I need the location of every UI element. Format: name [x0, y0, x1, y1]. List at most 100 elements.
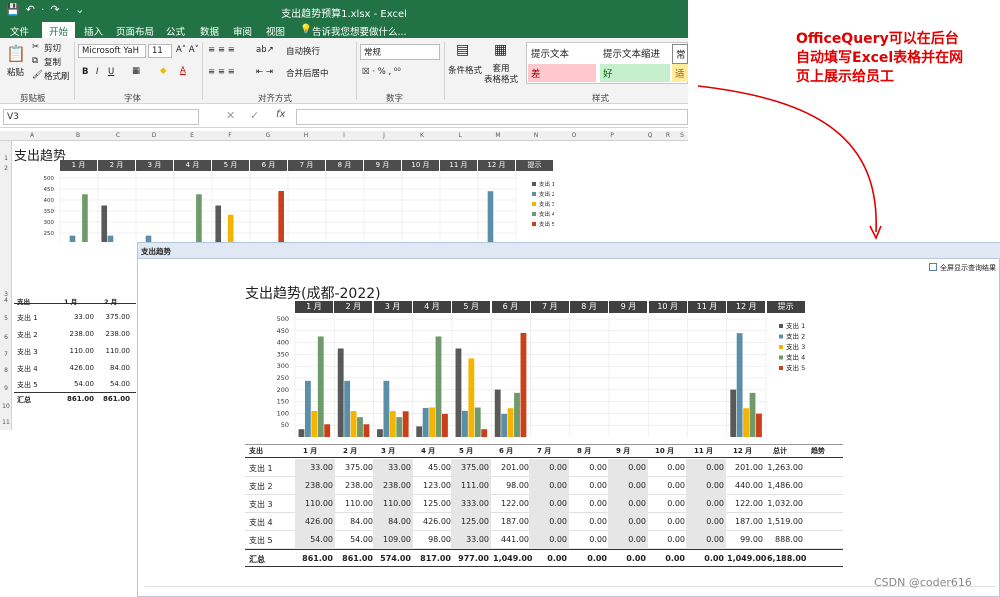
bar — [736, 333, 743, 437]
column-header[interactable]: D — [144, 132, 164, 139]
fullscreen-button[interactable]: 全屏显示查询结果 — [940, 263, 996, 273]
conditional-format-button[interactable]: 条件格式 — [448, 64, 482, 76]
wrap-text-button[interactable]: 自动换行 — [286, 45, 320, 57]
grow-font-icon[interactable]: A˄ A˅ — [176, 45, 199, 55]
dialog-table-value: 441.00 — [501, 535, 529, 544]
style-hint-indent[interactable]: 提示文本缩进 — [600, 44, 663, 62]
tab-home[interactable]: 开始 — [42, 22, 76, 38]
column-header[interactable]: M — [488, 132, 508, 139]
font-size-select[interactable]: 11 — [148, 44, 172, 58]
cancel-icon[interactable]: ✕ — [226, 109, 235, 122]
name-box[interactable]: V3 — [3, 109, 199, 125]
column-header[interactable]: T — [684, 132, 688, 139]
paste-button[interactable]: 粘贴 — [7, 66, 24, 78]
font-color-icon[interactable]: A — [180, 66, 186, 76]
dialog-table-value: 45.00 — [428, 463, 451, 472]
column-header[interactable]: O — [564, 132, 584, 139]
column-header[interactable]: H — [296, 132, 316, 139]
row-header[interactable]: 6 — [0, 334, 12, 341]
format-painter-icon[interactable]: 🖌 — [32, 70, 43, 80]
y-tick-label: 300 — [277, 362, 289, 370]
row-header[interactable]: 11 — [0, 419, 12, 426]
copy-icon[interactable]: ⧉ — [32, 56, 38, 66]
confirm-icon[interactable]: ✓ — [250, 109, 259, 122]
tab-file[interactable]: 文件 — [10, 24, 29, 38]
dialog-table-header: 支出 — [249, 447, 263, 455]
column-header[interactable]: K — [412, 132, 432, 139]
row-header[interactable]: 8 — [0, 367, 12, 374]
y-tick-label: 400 — [277, 339, 289, 347]
legend-label: 支出 1 — [539, 180, 554, 188]
lightbulb-icon: 💡 — [300, 24, 312, 35]
conditional-format-icon[interactable]: ▤ — [456, 42, 469, 58]
tab-review[interactable]: 审阅 — [233, 24, 252, 38]
dialog-table-total: 6,188.00 — [767, 554, 807, 563]
column-header[interactable]: J — [374, 132, 394, 139]
row-header[interactable]: 2 — [0, 165, 12, 172]
column-header[interactable]: A — [22, 132, 42, 139]
indent-icon[interactable]: ⇤ ⇥ — [256, 67, 273, 77]
paste-icon[interactable]: 📋 — [6, 44, 26, 63]
tab-insert[interactable]: 插入 — [84, 24, 103, 38]
dialog-table-total: 1,032.00 — [767, 499, 803, 508]
currency-icon[interactable]: ☒ · % , ⁰⁰ — [362, 67, 401, 77]
tab-formulas[interactable]: 公式 — [166, 24, 185, 38]
format-painter-button[interactable]: 格式刷 — [44, 70, 70, 82]
border-icon[interactable]: ▦ — [132, 66, 140, 76]
style-hint-text[interactable]: 提示文本 — [528, 44, 572, 62]
dialog-table-value: 0.00 — [667, 481, 685, 490]
dialog-title: 支出趋势 — [141, 247, 171, 256]
column-header[interactable]: N — [526, 132, 546, 139]
bar — [344, 380, 351, 437]
style-normal[interactable]: 常 — [672, 44, 688, 64]
tab-view[interactable]: 视图 — [266, 24, 285, 38]
fx-icon[interactable]: fx — [276, 109, 285, 120]
column-header[interactable]: P — [602, 132, 622, 139]
dialog-table-value: 0.00 — [628, 481, 646, 490]
table-row: 支出 2 238.00 238.00 238.00 123.00 111.00 98.00 0… — [245, 477, 843, 495]
row-header[interactable]: 9 — [0, 385, 12, 392]
column-header[interactable]: Q — [640, 132, 660, 139]
style-good[interactable]: 好 — [600, 64, 670, 82]
number-format-select[interactable]: 常规 — [360, 44, 440, 60]
dialog-month-cell: 11 月 — [688, 301, 727, 313]
column-header[interactable]: C — [108, 132, 128, 139]
fill-color-icon[interactable]: ◆ — [160, 66, 167, 76]
sheet-table-header: 2 月 — [104, 298, 118, 306]
table-row: 支出 1 33.00 375.00 33.00 45.00 375.00 201.00 0.0… — [245, 459, 843, 477]
font-name-select[interactable]: Microsoft YaH — [78, 44, 146, 58]
row-header[interactable]: 10 — [0, 403, 12, 410]
column-header[interactable]: E — [182, 132, 202, 139]
table-format-icon[interactable]: ▦ — [494, 42, 507, 58]
align-top-icon[interactable]: ≡ ≡ ≡ — [208, 45, 235, 55]
column-header[interactable]: I — [334, 132, 354, 139]
orientation-icon[interactable]: ab↗ — [256, 45, 274, 55]
align-left-icon[interactable]: ≡ ≡ ≡ — [208, 67, 235, 77]
copy-button[interactable]: 复制 — [44, 56, 61, 68]
cut-button[interactable]: 剪切 — [44, 42, 61, 54]
column-header[interactable]: F — [220, 132, 240, 139]
style-bad[interactable]: 差 — [528, 64, 596, 82]
merge-center-button[interactable]: 合并后居中 — [286, 67, 329, 79]
tell-me-box[interactable]: 告诉我您想要做什么... — [312, 24, 407, 38]
tab-page-layout[interactable]: 页面布局 — [116, 24, 154, 38]
underline-icon[interactable]: U — [108, 67, 114, 77]
legend-swatch — [779, 366, 783, 370]
column-header[interactable]: G — [258, 132, 278, 139]
y-tick-label: 250 — [44, 231, 55, 237]
fullscreen-icon[interactable] — [929, 263, 937, 271]
row-header[interactable]: 7 — [0, 351, 12, 358]
column-header[interactable]: B — [68, 132, 88, 139]
row-header[interactable]: 1 — [0, 155, 12, 162]
cut-icon[interactable]: ✂ — [32, 42, 39, 52]
row-header[interactable]: 4 — [0, 297, 12, 304]
table-format-button[interactable]: 套用 表格格式 — [484, 64, 518, 86]
tab-data[interactable]: 数据 — [200, 24, 219, 38]
column-header[interactable]: L — [450, 132, 470, 139]
style-neutral[interactable]: 适 — [672, 64, 688, 82]
row-header[interactable]: 5 — [0, 315, 12, 322]
formula-input[interactable] — [296, 109, 688, 125]
legend-swatch — [532, 222, 536, 226]
bold-icon[interactable]: B — [82, 67, 88, 77]
italic-icon[interactable]: I — [96, 67, 99, 77]
